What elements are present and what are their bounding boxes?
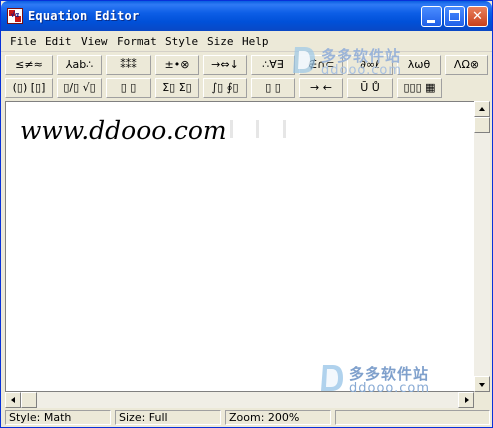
menu-format[interactable]: Format bbox=[117, 35, 157, 48]
status-style: Style: Math bbox=[5, 410, 111, 425]
equation-editor-app-icon[interactable]: √α bbox=[7, 8, 23, 24]
equation-content: www.ddooo.com bbox=[20, 116, 227, 145]
scroll-right-button[interactable] bbox=[458, 392, 474, 408]
labeled-arrow-palette[interactable]: → ← bbox=[299, 78, 343, 98]
arrow-left-icon bbox=[11, 397, 15, 403]
misc-symbols-palette[interactable]: ∂∞ℓ bbox=[347, 55, 393, 75]
scrollbar-corner bbox=[474, 392, 490, 408]
status-empty-panel bbox=[335, 410, 490, 425]
vertical-scroll-thumb[interactable] bbox=[474, 117, 490, 133]
greek-uppercase-palette[interactable]: ΛΩ⊗ bbox=[445, 55, 488, 75]
app-icon-glyph: √α bbox=[10, 11, 20, 19]
underbar-overbar-palette[interactable]: ▯ ▯ bbox=[251, 78, 295, 98]
menu-style[interactable]: Style bbox=[165, 35, 198, 48]
integral-templates-palette[interactable]: ∫▯ ∮▯ bbox=[203, 78, 247, 98]
title-bar[interactable]: √α Equation Editor ✕ bbox=[1, 1, 492, 31]
menu-edit[interactable]: Edit bbox=[45, 35, 72, 48]
empty-slot-marker bbox=[230, 120, 233, 138]
menu-view[interactable]: View bbox=[81, 35, 108, 48]
products-set-theory-palette[interactable]: Ū Ů bbox=[347, 78, 393, 98]
fraction-radical-palette[interactable]: ▯/▯ √▯ bbox=[57, 78, 102, 98]
scroll-left-button[interactable] bbox=[5, 392, 21, 408]
status-bar: Style: Math Size: Full Zoom: 200% bbox=[5, 410, 490, 425]
fence-templates-palette[interactable]: (▯) [▯] bbox=[5, 78, 53, 98]
menu-help[interactable]: Help bbox=[242, 35, 269, 48]
set-theory-palette[interactable]: ∉∩⊂ bbox=[299, 55, 343, 75]
menu-file[interactable]: File bbox=[10, 35, 37, 48]
arrow-down-icon bbox=[479, 383, 485, 387]
arrow-up-icon bbox=[479, 107, 485, 111]
status-size: Size: Full bbox=[115, 410, 221, 425]
window-title: Equation Editor bbox=[28, 9, 140, 23]
logical-symbols-palette[interactable]: ∴∀∃ bbox=[251, 55, 295, 75]
maximize-button[interactable] bbox=[444, 6, 465, 27]
empty-slot-marker bbox=[283, 120, 286, 138]
equation-editor-window: √α Equation Editor ✕ File Edit View Form… bbox=[0, 0, 493, 428]
status-zoom: Zoom: 200% bbox=[225, 410, 331, 425]
operator-symbols-palette[interactable]: ±•⊗ bbox=[155, 55, 199, 75]
arrow-symbols-palette[interactable]: →⇔↓ bbox=[203, 55, 247, 75]
minimize-button[interactable] bbox=[421, 6, 442, 27]
horizontal-scroll-thumb[interactable] bbox=[21, 392, 37, 408]
scroll-up-button[interactable] bbox=[474, 101, 490, 117]
close-icon: ✕ bbox=[472, 9, 483, 24]
relational-symbols-palette[interactable]: ≤≠≈ bbox=[5, 55, 53, 75]
menu-bar: File Edit View Format Style Size Help bbox=[1, 31, 492, 52]
arrow-right-icon bbox=[465, 397, 469, 403]
menu-size[interactable]: Size bbox=[207, 35, 234, 48]
matrix-templates-palette[interactable]: ▯▯▯ ▦ bbox=[397, 78, 442, 98]
summation-templates-palette[interactable]: Σ▯ Σ▯ bbox=[155, 78, 199, 98]
spaces-ellipses-palette[interactable]: ⅄ab∴ bbox=[57, 55, 102, 75]
embellishments-palette[interactable]: ⁑⁑⁑ bbox=[106, 55, 151, 75]
scroll-down-button[interactable] bbox=[474, 376, 490, 392]
close-button[interactable]: ✕ bbox=[467, 6, 488, 27]
symbol-palette-row: ≤≠≈ ⅄ab∴ ⁑⁑⁑ ±•⊗ →⇔↓ ∴∀∃ ∉∩⊂ ∂∞ℓ λωθ ΛΩ⊗ bbox=[5, 54, 488, 76]
equation-editing-area[interactable]: www.ddooo.com bbox=[5, 101, 474, 392]
greek-lowercase-palette[interactable]: λωθ bbox=[397, 55, 441, 75]
template-palette-row: (▯) [▯] ▯/▯ √▯ ▯ ▯ Σ▯ Σ▯ ∫▯ ∮▯ ▯ ▯ → ← Ū… bbox=[5, 77, 488, 99]
empty-slot-marker bbox=[256, 120, 259, 138]
minimize-icon bbox=[427, 20, 435, 23]
subscript-superscript-palette[interactable]: ▯ ▯ bbox=[106, 78, 151, 98]
maximize-icon bbox=[449, 10, 460, 21]
horizontal-scrollbar[interactable] bbox=[5, 392, 474, 408]
vertical-scrollbar[interactable] bbox=[474, 101, 490, 392]
